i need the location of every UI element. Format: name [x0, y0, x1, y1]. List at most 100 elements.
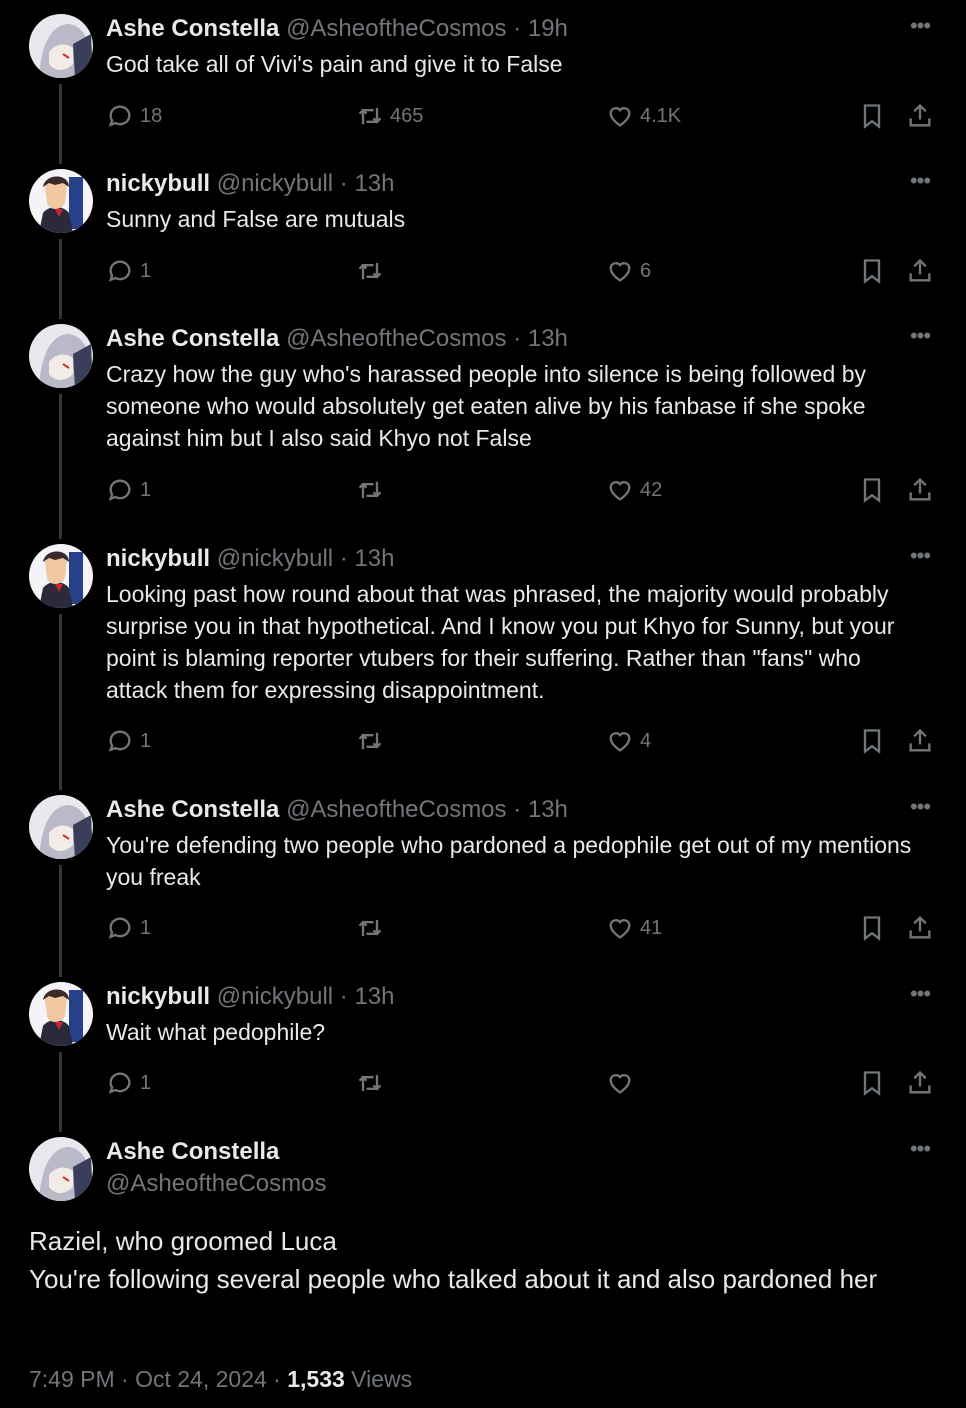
bookmark-button[interactable] — [858, 99, 886, 133]
reply-count: 1 — [140, 478, 152, 501]
like-button[interactable]: 4 — [606, 724, 651, 758]
reply-button[interactable]: 1 — [106, 1066, 151, 1100]
reply-button[interactable]: 1 — [106, 724, 151, 758]
more-icon[interactable]: ••• — [906, 325, 934, 350]
author-handle[interactable]: @AsheoftheCosmos — [106, 1169, 326, 1199]
retweet-button[interactable] — [356, 724, 390, 758]
reply-button[interactable]: 18 — [106, 99, 162, 133]
thread-line — [59, 865, 62, 977]
like-button[interactable]: 6 — [606, 254, 651, 288]
author-name[interactable]: nickybull — [106, 170, 210, 197]
more-icon[interactable]: ••• — [906, 545, 934, 570]
like-count: 6 — [640, 259, 652, 282]
like-count: 42 — [640, 478, 663, 501]
avatar[interactable] — [29, 14, 93, 78]
bookmark-button[interactable] — [858, 1066, 886, 1100]
share-button[interactable] — [906, 254, 934, 288]
action-bar: 1 41 — [106, 911, 936, 945]
like-button[interactable] — [606, 1066, 640, 1100]
reply-icon — [108, 1072, 131, 1094]
bookmark-icon — [863, 729, 881, 754]
author-handle[interactable]: @nickybull — [217, 545, 333, 572]
author-handle[interactable]: @nickybull — [217, 170, 333, 197]
share-icon — [909, 1070, 931, 1094]
like-count: 4.1K — [640, 104, 682, 127]
reply-count: 1 — [140, 259, 152, 282]
author-name[interactable]: Ashe Constella — [106, 15, 279, 42]
retweet-icon — [358, 481, 382, 499]
reply-count: 1 — [140, 916, 152, 939]
thread-line — [59, 239, 62, 319]
heart-icon — [609, 919, 631, 939]
post-time[interactable]: · 13h — [340, 545, 395, 572]
author-handle[interactable]: @nickybull — [217, 983, 333, 1010]
more-icon[interactable]: ••• — [906, 796, 934, 821]
author-handle[interactable]: @AsheoftheCosmos — [286, 325, 506, 352]
post-time[interactable]: · 13h — [340, 983, 395, 1010]
views-label: Views — [344, 1366, 413, 1392]
post-time[interactable]: · 13h — [513, 325, 568, 352]
bookmark-button[interactable] — [858, 724, 886, 758]
retweet-button[interactable] — [356, 1066, 390, 1100]
post-timestamp[interactable]: 7:49 PM · Oct 24, 2024 · — [29, 1366, 287, 1392]
retweet-button[interactable] — [356, 911, 390, 945]
author-name[interactable]: nickybull — [106, 545, 210, 572]
heart-icon — [609, 481, 631, 501]
like-button[interactable]: 4.1K — [606, 99, 681, 133]
bookmark-button[interactable] — [858, 254, 886, 288]
avatar[interactable] — [29, 324, 93, 388]
avatar[interactable] — [29, 544, 93, 608]
share-button[interactable] — [906, 473, 934, 507]
bookmark-icon — [863, 478, 881, 503]
retweet-icon — [358, 919, 382, 937]
share-icon — [909, 103, 931, 127]
share-button[interactable] — [906, 911, 934, 945]
action-bar: 1 42 — [106, 473, 936, 507]
more-icon[interactable]: ••• — [906, 983, 934, 1008]
action-bar: 1 — [106, 1066, 936, 1100]
post-time[interactable]: · 19h — [513, 15, 568, 42]
like-button[interactable]: 41 — [606, 911, 662, 945]
reply-count: 18 — [140, 104, 163, 127]
retweet-icon — [358, 262, 382, 280]
avatar[interactable] — [29, 169, 93, 233]
retweet-button[interactable] — [356, 473, 390, 507]
avatar[interactable] — [29, 795, 93, 859]
author-name[interactable]: Ashe Constella — [106, 1137, 279, 1167]
author-handle[interactable]: @AsheoftheCosmos — [286, 15, 506, 42]
thread-line — [59, 1052, 62, 1132]
share-button[interactable] — [906, 1066, 934, 1100]
author-name[interactable]: nickybull — [106, 983, 210, 1010]
reply-button[interactable]: 1 — [106, 473, 151, 507]
post-time[interactable]: · 13h — [513, 796, 568, 823]
retweet-button[interactable]: 465 — [356, 99, 423, 133]
author-name[interactable]: Ashe Constella — [106, 796, 279, 823]
author-name[interactable]: Ashe Constella — [106, 325, 279, 352]
action-bar: 1 4 — [106, 724, 936, 758]
retweet-button[interactable] — [356, 254, 390, 288]
reply-icon — [108, 479, 131, 501]
retweet-icon — [358, 1074, 382, 1092]
share-icon — [909, 477, 931, 501]
like-button[interactable]: 42 — [606, 473, 662, 507]
reply-button[interactable]: 1 — [106, 911, 151, 945]
more-icon[interactable]: ••• — [906, 170, 934, 195]
heart-icon — [609, 1074, 631, 1094]
retweet-icon — [358, 732, 382, 750]
action-bar: 18 465 4.1K — [106, 99, 936, 133]
avatar[interactable] — [29, 1137, 93, 1201]
share-button[interactable] — [906, 99, 934, 133]
reply-button[interactable]: 1 — [106, 254, 151, 288]
avatar[interactable] — [29, 982, 93, 1046]
bookmark-button[interactable] — [858, 911, 886, 945]
author-handle[interactable]: @AsheoftheCosmos — [286, 796, 506, 823]
bookmark-button[interactable] — [858, 473, 886, 507]
post-time[interactable]: · 13h — [340, 170, 395, 197]
share-button[interactable] — [906, 724, 934, 758]
more-icon[interactable]: ••• — [906, 15, 934, 40]
tweet-text: Wait what pedophile? — [106, 1019, 326, 1045]
more-icon[interactable]: ••• — [906, 1138, 934, 1163]
bookmark-icon — [863, 916, 881, 941]
reply-icon — [108, 917, 131, 939]
reply-icon — [108, 105, 131, 127]
